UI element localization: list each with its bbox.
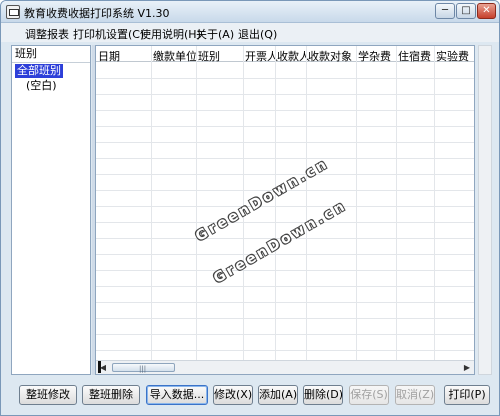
horizontal-scroll-thumb[interactable]: ||| bbox=[112, 363, 175, 373]
title-bar: 教育收费收据打印系统 V1.30 ─ □ ✕ bbox=[1, 1, 499, 23]
column-header-date[interactable]: 日期 bbox=[98, 48, 120, 64]
grid-row-divider bbox=[96, 110, 474, 111]
vertical-scrollbar[interactable] bbox=[478, 45, 492, 375]
grid-row-divider bbox=[96, 350, 474, 351]
grid-row-divider bbox=[96, 94, 474, 95]
scroll-right-arrow-icon[interactable]: ▶ bbox=[460, 361, 474, 374]
column-header-payer[interactable]: 缴款单位 bbox=[153, 48, 197, 64]
grid-row-divider bbox=[96, 254, 474, 255]
delete-button[interactable]: 删除(D) bbox=[303, 385, 343, 405]
grid-row-divider bbox=[96, 318, 474, 319]
horizontal-scrollbar[interactable]: ◀ ||| ▶ bbox=[96, 360, 474, 374]
save-button[interactable]: 保存(S) bbox=[349, 385, 389, 405]
app-icon bbox=[6, 5, 20, 19]
menu-help[interactable]: 使用说明(H) bbox=[140, 26, 201, 42]
grid-column-divider bbox=[275, 46, 276, 374]
close-button[interactable]: ✕ bbox=[477, 3, 496, 19]
edit-button[interactable]: 修改(X) bbox=[213, 385, 253, 405]
grid-row-divider bbox=[96, 206, 474, 207]
grid-row-divider bbox=[96, 126, 474, 127]
class-edit-button[interactable]: 整班修改 bbox=[19, 385, 77, 405]
grid-row-divider bbox=[96, 286, 474, 287]
main-window: 教育收费收据打印系统 V1.30 ─ □ ✕ 调整报表 打印机设置(C) 使用说… bbox=[0, 0, 500, 416]
class-delete-button[interactable]: 整班删除 bbox=[82, 385, 140, 405]
tree-item-blank[interactable]: (空白) bbox=[24, 79, 59, 93]
tree-item-all-classes[interactable]: 全部班别 bbox=[15, 64, 63, 78]
records-grid[interactable]: 日期 缴款单位 班别 开票人 收款人 收款对象 学杂费 住宿费 实验费 ◀ ||… bbox=[95, 45, 475, 375]
maximize-button[interactable]: □ bbox=[456, 3, 476, 19]
minimize-button[interactable]: ─ bbox=[435, 3, 455, 19]
grid-column-divider bbox=[396, 46, 397, 374]
add-button[interactable]: 添加(A) bbox=[258, 385, 298, 405]
column-header-issuer[interactable]: 开票人 bbox=[245, 48, 278, 64]
grid-column-divider bbox=[434, 46, 435, 374]
grid-column-divider bbox=[151, 46, 152, 374]
class-tree-panel: 班别 全部班别 (空白) bbox=[11, 45, 91, 375]
import-data-button[interactable]: 导入数据... bbox=[146, 385, 208, 405]
menu-exit[interactable]: 退出(Q) bbox=[238, 26, 277, 42]
grid-row-divider bbox=[96, 334, 474, 335]
grid-row-divider bbox=[96, 78, 474, 79]
class-tree-header: 班别 bbox=[12, 46, 90, 63]
grid-row-divider bbox=[96, 270, 474, 271]
column-header-tuition[interactable]: 学杂费 bbox=[358, 48, 391, 64]
grid-row-divider bbox=[96, 142, 474, 143]
grid-column-divider bbox=[356, 46, 357, 374]
column-header-payee[interactable]: 收款对象 bbox=[308, 48, 352, 64]
grid-column-divider bbox=[196, 46, 197, 374]
scroll-grip-icon: ||| bbox=[139, 365, 147, 373]
grid-row-divider bbox=[96, 302, 474, 303]
column-header-lab-fee[interactable]: 实验费 bbox=[436, 48, 469, 64]
menu-adjust-report[interactable]: 调整报表 bbox=[25, 26, 69, 42]
grid-row-divider bbox=[96, 158, 474, 159]
window-title: 教育收费收据打印系统 V1.30 bbox=[24, 7, 170, 20]
menu-bar: 调整报表 打印机设置(C) 使用说明(H) 关于(A) 退出(Q) bbox=[1, 23, 499, 42]
menu-about[interactable]: 关于(A) bbox=[196, 26, 234, 42]
menu-printer-settings[interactable]: 打印机设置(C) bbox=[73, 26, 144, 42]
column-header-class[interactable]: 班别 bbox=[198, 48, 220, 64]
grid-column-divider bbox=[306, 46, 307, 374]
print-button[interactable]: 打印(P) bbox=[444, 385, 490, 405]
scroll-position-marker bbox=[98, 361, 101, 373]
grid-header: 日期 缴款单位 班别 开票人 收款人 收款对象 学杂费 住宿费 实验费 bbox=[96, 46, 474, 64]
cancel-button[interactable]: 取消(Z) bbox=[395, 385, 435, 405]
column-header-dorm-fee[interactable]: 住宿费 bbox=[398, 48, 431, 64]
grid-row-divider bbox=[96, 174, 474, 175]
grid-row-divider bbox=[96, 222, 474, 223]
